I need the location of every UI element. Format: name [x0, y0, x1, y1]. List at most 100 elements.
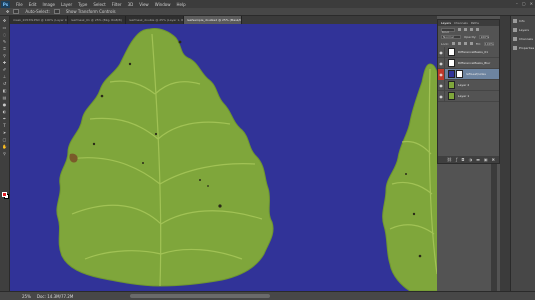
- filter-pixel-icon[interactable]: [458, 28, 461, 31]
- menu-3d[interactable]: 3D: [128, 2, 134, 7]
- trash-icon[interactable]: ✖: [492, 157, 495, 162]
- dock-item-properties[interactable]: Properties: [511, 43, 535, 52]
- visibility-eye-icon[interactable]: ◉: [438, 57, 445, 69]
- layer-thumbnail: [448, 92, 455, 100]
- kind-filter-select[interactable]: Kind: [441, 27, 455, 34]
- horizontal-scrollbar[interactable]: [130, 294, 270, 298]
- collapsed-panel-strip[interactable]: [500, 16, 510, 291]
- document-tab[interactable]: leafmask_01 @ 25% (Bkg, RGB/8): [68, 16, 126, 24]
- new-layer-icon[interactable]: ▣: [484, 157, 488, 162]
- layer-mask-thumbnail[interactable]: [456, 70, 463, 78]
- visibility-eye-icon[interactable]: ◉: [438, 79, 445, 91]
- layer-name: leftLeaf/sides: [466, 72, 486, 76]
- menu-select[interactable]: Select: [93, 2, 105, 7]
- hand-tool-icon[interactable]: ✋: [2, 144, 8, 149]
- layer-row-selected[interactable]: ◉ leftLeaf/sides: [438, 68, 499, 80]
- layer-row[interactable]: ◉ Layer 2: [438, 79, 499, 91]
- document-tab[interactable]: leafmask_double @ 25% (Layer 1, RGB/8): [126, 16, 184, 24]
- type-tool-icon[interactable]: T: [2, 123, 8, 128]
- foreground-color-swatch[interactable]: [2, 192, 7, 197]
- properties-icon: [513, 45, 517, 50]
- dodge-tool-icon[interactable]: ◐: [2, 109, 8, 114]
- pen-tool-icon[interactable]: ✒: [2, 116, 8, 121]
- menu-edit[interactable]: Edit: [29, 2, 37, 7]
- visibility-eye-icon[interactable]: ◉: [438, 68, 445, 80]
- eyedropper-tool-icon[interactable]: ⚲: [2, 53, 8, 58]
- lasso-tool-icon[interactable]: ◌: [2, 32, 8, 37]
- show-transform-checkbox[interactable]: [53, 9, 60, 14]
- channels-icon: [513, 36, 517, 41]
- filter-type-icon[interactable]: [470, 28, 473, 31]
- document-tab-active[interactable]: leafsample_doubled @ 25% (Mask/Double, R…: [184, 16, 242, 24]
- lock-transparent-icon[interactable]: [451, 42, 455, 45]
- menu-layer[interactable]: Layer: [61, 2, 72, 7]
- stamp-tool-icon[interactable]: ⊥: [2, 74, 8, 79]
- zoom-tool-icon[interactable]: ⚲: [2, 151, 8, 156]
- minimize-button[interactable]: –: [516, 1, 518, 6]
- layer-row[interactable]: ◉ DifferenceMasks_01: [438, 46, 499, 58]
- menu-help[interactable]: Help: [176, 2, 185, 7]
- mask-icon[interactable]: ◘: [461, 157, 464, 162]
- opacity-field[interactable]: 100%: [479, 34, 490, 39]
- marquee-tool-icon[interactable]: ▭: [2, 25, 8, 30]
- layer-row[interactable]: ◉ DifferenceMasks_Blur: [438, 57, 499, 69]
- maximize-button[interactable]: ▢: [522, 1, 526, 6]
- fill-field[interactable]: 100%: [483, 41, 494, 46]
- move-tool-options-icon[interactable]: ✥: [6, 9, 9, 14]
- visibility-eye-icon[interactable]: ◉: [438, 46, 445, 58]
- brush-tool-icon[interactable]: ✐: [2, 67, 8, 72]
- layer-row[interactable]: ◉ Layer 1: [438, 90, 499, 102]
- close-button[interactable]: ✕: [530, 1, 533, 6]
- menu-image[interactable]: Image: [42, 2, 55, 7]
- tab-channels[interactable]: Channels: [454, 21, 468, 25]
- blend-mode-select[interactable]: Normal: [441, 34, 461, 39]
- menu-file[interactable]: File: [16, 2, 23, 7]
- layer-name: Layer 1: [458, 94, 470, 98]
- lock-image-icon[interactable]: [457, 42, 461, 45]
- dock-label: Info: [519, 18, 525, 23]
- filter-adjust-icon[interactable]: [464, 28, 467, 31]
- move-tool-icon[interactable]: ✥: [2, 18, 8, 23]
- lock-all-icon[interactable]: [469, 42, 473, 45]
- options-bar: ✥ Auto-Select: Show Transform Controls: [0, 8, 535, 16]
- menu-window[interactable]: Window: [155, 2, 171, 7]
- gradient-tool-icon[interactable]: ▤: [2, 95, 8, 100]
- document-canvas[interactable]: [10, 24, 437, 291]
- dock-item-layers[interactable]: Layers: [511, 25, 535, 34]
- tab-paths[interactable]: Paths: [471, 21, 479, 25]
- layers-panel-footer: ⛓ ƒ ◘ ◑ ▬ ▣ ✖: [438, 156, 499, 163]
- eraser-tool-icon[interactable]: ◧: [2, 88, 8, 93]
- folder-icon[interactable]: ▬: [476, 157, 480, 162]
- fx-icon[interactable]: ƒ: [456, 157, 457, 162]
- opacity-label: Opacity:: [464, 34, 477, 39]
- menu-filter[interactable]: Filter: [112, 2, 122, 7]
- link-icon[interactable]: ⛓: [447, 157, 452, 162]
- heal-tool-icon[interactable]: ✚: [2, 60, 8, 65]
- zoom-level[interactable]: 25%: [22, 294, 31, 299]
- crop-tool-icon[interactable]: ⌗: [2, 46, 8, 51]
- auto-select-checkbox[interactable]: [13, 9, 20, 14]
- visibility-eye-icon[interactable]: ◉: [438, 90, 445, 102]
- status-bar: 25% Doc: 14.3M/77.2M: [0, 291, 535, 300]
- dock-item-channels[interactable]: Channels: [511, 34, 535, 43]
- tab-layers[interactable]: Layers: [441, 21, 451, 25]
- right-leaf: [382, 63, 437, 291]
- fill-label: Fill:: [475, 41, 481, 46]
- layers-panel: Layers Channels Paths Kind Normal Opacit…: [437, 19, 500, 164]
- lock-label: Lock:: [441, 41, 449, 46]
- dock-item-info[interactable]: Info: [511, 16, 535, 25]
- document-tab[interactable]: mask_2053W.PSD @ 100% (Layer 0, RGB/8): [10, 16, 68, 24]
- menu-view[interactable]: View: [139, 2, 149, 7]
- menu-type[interactable]: Type: [78, 2, 87, 7]
- blur-tool-icon[interactable]: ●: [2, 102, 8, 107]
- shape-tool-icon[interactable]: ▢: [2, 137, 8, 142]
- history-brush-tool-icon[interactable]: ↺: [2, 81, 8, 86]
- layer-thumbnail: [448, 59, 455, 67]
- filter-shape-icon[interactable]: [476, 28, 479, 31]
- quick-select-tool-icon[interactable]: ✎: [2, 39, 8, 44]
- lock-position-icon[interactable]: [463, 42, 467, 45]
- document-tabs: mask_2053W.PSD @ 100% (Layer 0, RGB/8) l…: [10, 16, 437, 24]
- dock-label: Layers: [519, 27, 529, 32]
- adjust-icon[interactable]: ◑: [469, 157, 473, 162]
- path-select-tool-icon[interactable]: ➤: [2, 130, 8, 135]
